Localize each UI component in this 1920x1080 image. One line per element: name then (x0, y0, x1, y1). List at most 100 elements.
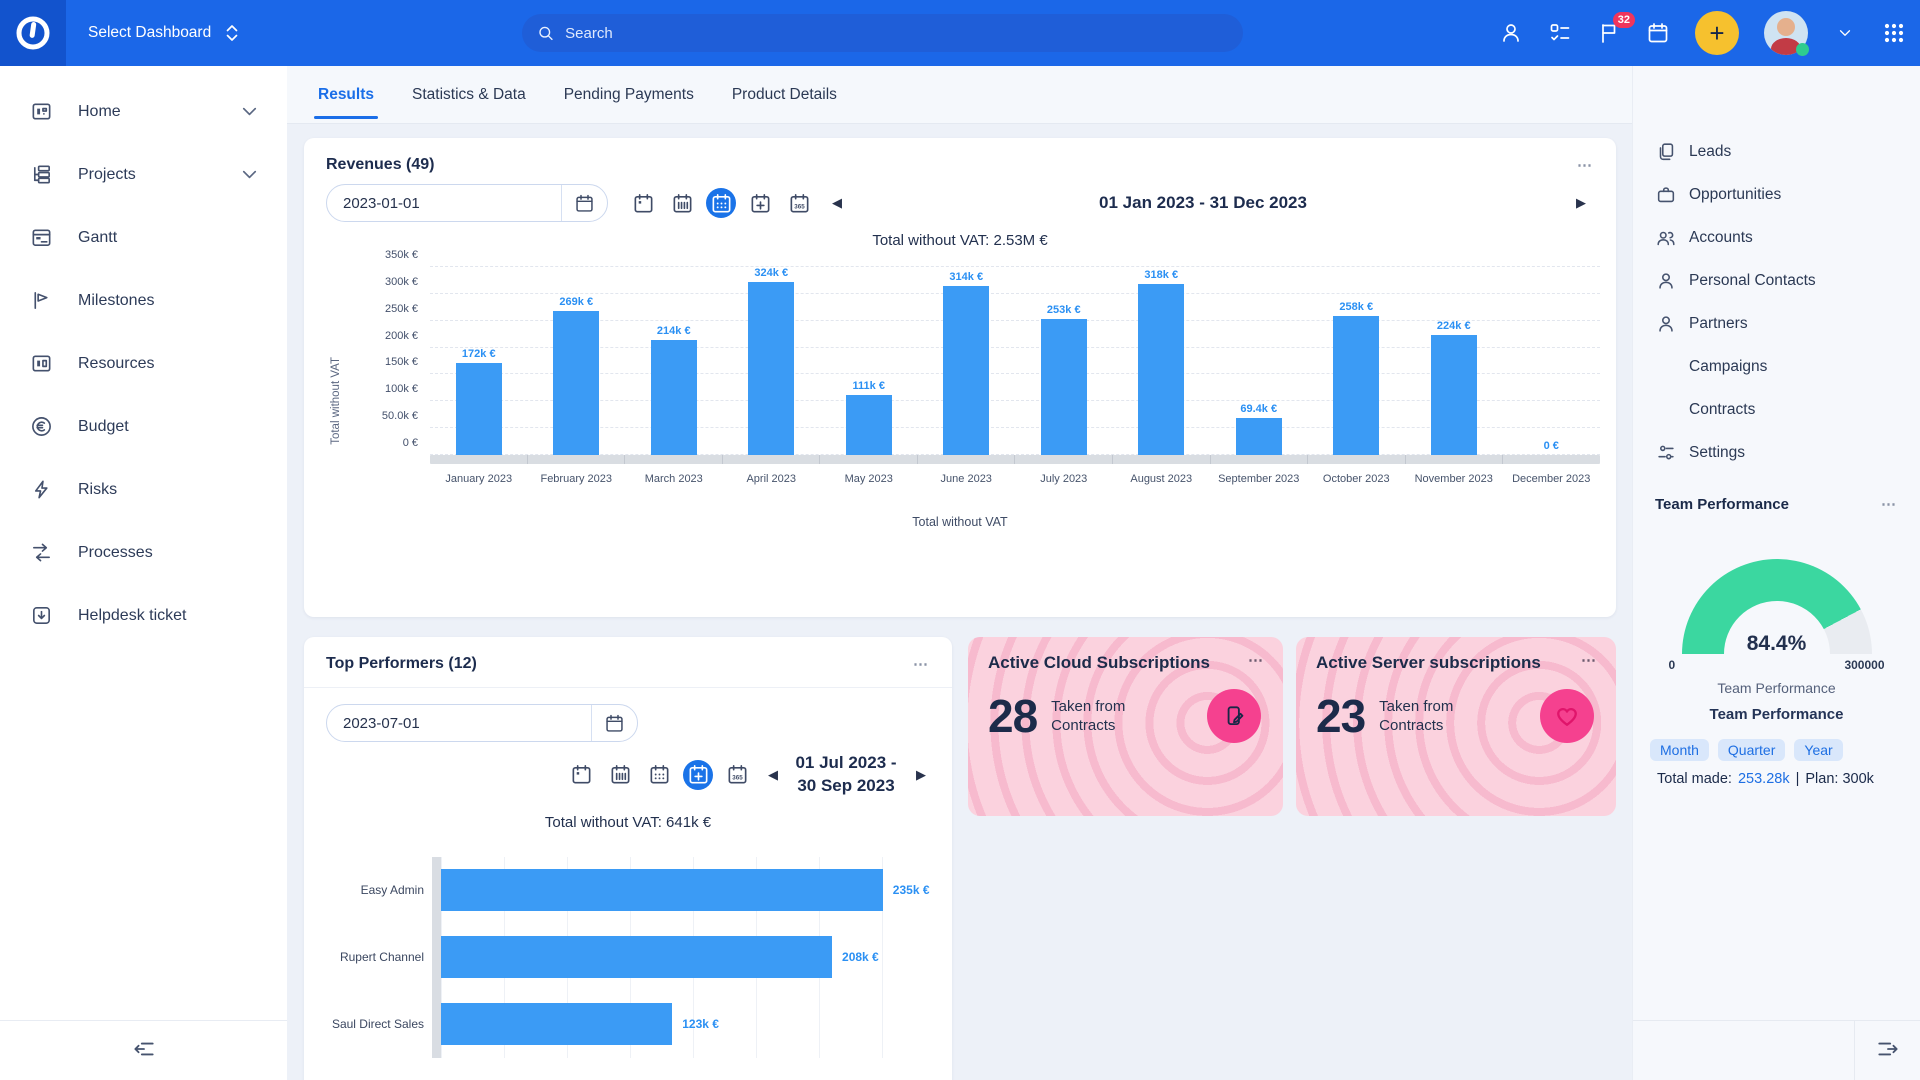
revenue-bar[interactable] (456, 363, 502, 455)
tab-results[interactable]: Results (318, 66, 374, 123)
sidebar-item-risks[interactable]: Risks (0, 458, 287, 521)
sidebar-item-milestones[interactable]: Milestones (0, 269, 287, 332)
total-made-value[interactable]: 253.28k (1738, 771, 1790, 787)
open-datepicker-button[interactable] (561, 185, 607, 221)
tp-bar[interactable] (441, 1003, 672, 1045)
crm-item-contracts[interactable]: Contracts (1633, 388, 1920, 431)
view-quarter-button[interactable] (745, 188, 775, 218)
total-made-label: Total made: (1657, 771, 1732, 787)
view-month-button[interactable] (644, 760, 674, 790)
add-button[interactable]: + (1695, 11, 1739, 55)
revenue-bar[interactable] (651, 340, 697, 455)
view-week-button[interactable] (605, 760, 635, 790)
search-input[interactable] (565, 25, 1229, 42)
crm-item-leads[interactable]: Leads (1633, 130, 1920, 173)
revenue-bar[interactable] (1431, 335, 1477, 455)
bar-value-label: 0 € (1544, 440, 1559, 452)
milestone-flag-icon (30, 289, 53, 312)
revenue-bar[interactable] (1138, 284, 1184, 455)
view-year-button[interactable] (722, 760, 752, 790)
period-buttons: Month Quarter Year (1650, 739, 1920, 761)
revenue-bar[interactable] (553, 311, 599, 455)
sidebar-item-budget[interactable]: Budget (0, 395, 287, 458)
view-quarter-button[interactable] (683, 760, 713, 790)
next-period-button[interactable]: ▶ (1570, 191, 1592, 215)
axis-segment (1308, 455, 1406, 464)
prev-period-button[interactable]: ◀ (826, 191, 848, 215)
revenues-plot: 0 €50.0k €100k €150k €200k €250k €300k €… (430, 267, 1600, 455)
gauge-max-label: 300000 (1844, 658, 1884, 672)
global-search[interactable] (522, 14, 1243, 52)
crm-item-partners[interactable]: Partners (1633, 302, 1920, 345)
expand-sidebar-button[interactable] (1875, 1036, 1901, 1065)
bar-value-label: 214k € (657, 325, 691, 337)
axis-segment (430, 455, 528, 464)
year-button[interactable]: Year (1794, 739, 1842, 761)
y-axis-tick: 350k € (328, 249, 418, 261)
view-year-button[interactable] (784, 188, 814, 218)
card-menu-button[interactable]: ⋯ (1581, 653, 1598, 668)
next-period-button[interactable]: ▶ (910, 763, 932, 787)
view-week-button[interactable] (667, 188, 697, 218)
revenue-bar[interactable] (1333, 316, 1379, 455)
x-axis-label: January 2023 (430, 473, 528, 485)
revenue-bar[interactable] (1041, 319, 1087, 455)
revenue-bar[interactable] (1236, 418, 1282, 455)
date-input[interactable] (327, 195, 561, 212)
chart-subtitle: Total without VAT: 2.53M € (304, 232, 1616, 249)
tab-statistics-data[interactable]: Statistics & Data (412, 66, 526, 123)
bar-column: 269k € (528, 267, 626, 455)
crm-item-settings[interactable]: Settings (1633, 431, 1920, 474)
panel-menu-button[interactable]: ⋯ (1881, 497, 1898, 512)
view-day-button[interactable] (628, 188, 658, 218)
sidebar-item-resources[interactable]: Resources (0, 332, 287, 395)
bar-value-label: 111k € (853, 380, 885, 392)
tab-pending-payments[interactable]: Pending Payments (564, 66, 694, 123)
users-icon (1655, 227, 1677, 249)
crm-item-accounts[interactable]: Accounts (1633, 216, 1920, 259)
apps-grid-icon[interactable] (1882, 21, 1906, 45)
panel-menu-button[interactable]: ⋯ (913, 657, 930, 672)
collapse-sidebar-button[interactable] (131, 1036, 157, 1065)
view-month-button[interactable] (706, 188, 736, 218)
top-performers-chart: Easy Admin235k €Rupert Channel208k €Saul… (304, 857, 952, 1058)
user-avatar[interactable] (1764, 11, 1808, 55)
tp-bar[interactable] (441, 869, 883, 911)
crm-item-label: Leads (1689, 143, 1731, 161)
x-axis-band (430, 455, 1600, 464)
avatar-chevron-down-icon[interactable] (1833, 21, 1857, 45)
app-logo[interactable] (0, 0, 66, 66)
flag-icon[interactable]: 32 (1597, 21, 1621, 45)
revenue-bar[interactable] (748, 282, 794, 455)
open-datepicker-button[interactable] (591, 705, 637, 741)
panel-menu-button[interactable]: ⋯ (1577, 158, 1594, 173)
bar-value-label: 224k € (1437, 320, 1471, 332)
revenue-bar[interactable] (846, 395, 892, 455)
sidebar-item-label: Gantt (78, 229, 117, 247)
tp-bar[interactable] (441, 936, 832, 978)
sidebar-item-helpdesk[interactable]: Helpdesk ticket (0, 584, 287, 647)
tab-product-details[interactable]: Product Details (732, 66, 837, 123)
sidebar-item-home[interactable]: Home (0, 80, 287, 143)
axis-segment (1406, 455, 1504, 464)
crm-item-campaigns[interactable]: Campaigns (1633, 345, 1920, 388)
crm-item-opportunities[interactable]: Opportunities (1633, 173, 1920, 216)
profile-icon[interactable] (1499, 21, 1523, 45)
quarter-button[interactable]: Quarter (1718, 739, 1785, 761)
sidebar-item-processes[interactable]: Processes (0, 521, 287, 584)
prev-period-button[interactable]: ◀ (762, 763, 784, 787)
dashboard-selector[interactable]: Select Dashboard (88, 23, 239, 43)
tasks-icon[interactable] (1548, 21, 1572, 45)
x-axis-label: September 2023 (1210, 473, 1308, 485)
revenue-bar[interactable] (943, 286, 989, 455)
sidebar-item-gantt[interactable]: Gantt (0, 206, 287, 269)
card-menu-button[interactable]: ⋯ (1248, 653, 1265, 668)
bar-value-label: 172k € (462, 348, 496, 360)
date-input[interactable] (327, 715, 591, 732)
sidebar-item-label: Risks (78, 481, 117, 499)
view-day-button[interactable] (566, 760, 596, 790)
sidebar-item-projects[interactable]: Projects (0, 143, 287, 206)
crm-item-personal-contacts[interactable]: Personal Contacts (1633, 259, 1920, 302)
month-button[interactable]: Month (1650, 739, 1709, 761)
calendar-icon[interactable] (1646, 21, 1670, 45)
